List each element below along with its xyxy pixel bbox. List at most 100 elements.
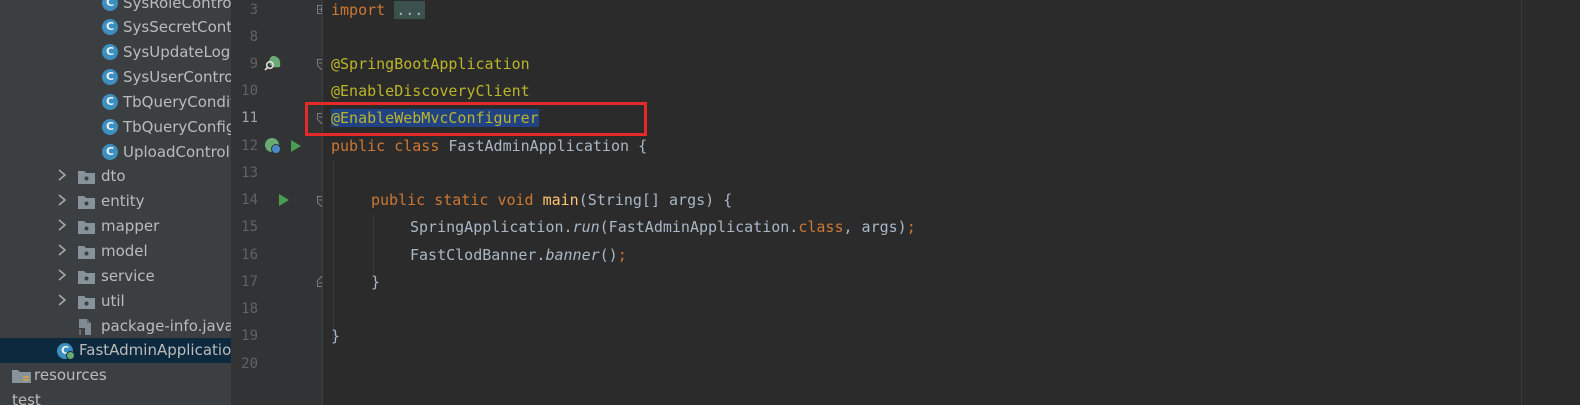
resources-folder-icon xyxy=(12,370,31,383)
tree-item-class[interactable]: C SysUserContro xyxy=(0,65,232,90)
class-icon: C xyxy=(102,19,118,35)
line-number: 3 xyxy=(249,2,258,18)
class-icon: C xyxy=(102,119,118,135)
tree-item-label: SysUpdateLogC xyxy=(123,43,232,61)
chevron-right-icon[interactable] xyxy=(55,167,69,183)
tree-item-label: UploadControl xyxy=(123,143,230,161)
method-name: main xyxy=(542,191,579,209)
tree-item-label: service xyxy=(101,267,155,285)
tree-item-class[interactable]: C SysSecretContr xyxy=(0,15,232,40)
chevron-right-icon[interactable] xyxy=(55,192,69,208)
method-params: (String[] args) { xyxy=(578,191,733,209)
project-tree-panel: C SysRoleContro C SysSecretContr C SysUp… xyxy=(0,0,232,405)
tree-item-label: SysUserContro xyxy=(123,68,232,86)
svg-text:J: J xyxy=(78,329,81,336)
tree-item-package[interactable]: model xyxy=(0,239,231,264)
keyword: public xyxy=(331,137,386,155)
line-number: 8 xyxy=(249,29,258,45)
line-number: 13 xyxy=(241,165,258,181)
chevron-right-icon[interactable] xyxy=(55,267,69,283)
line-number-current: 11 xyxy=(241,110,258,126)
tree-item-class[interactable]: C UploadControl xyxy=(0,140,231,165)
tree-item-label: TbQueryConfig xyxy=(123,118,232,136)
line-number: 18 xyxy=(241,301,258,317)
run-icon[interactable] xyxy=(290,139,302,153)
highlight-box xyxy=(305,102,647,136)
folded-imports[interactable]: ... xyxy=(394,1,426,19)
tree-item-file[interactable]: J package-info.java xyxy=(0,314,232,339)
spring-bean-search-icon[interactable] xyxy=(264,55,282,73)
line-number: 17 xyxy=(241,274,258,290)
line-number: 15 xyxy=(241,219,258,235)
class-icon: C xyxy=(102,69,118,85)
right-margin-guide xyxy=(1521,0,1522,405)
code-line-9: @SpringBootApplication xyxy=(331,55,530,73)
static-call: run xyxy=(572,218,600,236)
tree-item-class[interactable]: C SysUpdateLogC xyxy=(0,40,232,65)
code-line-19: } xyxy=(331,327,341,345)
tree-item-label: test xyxy=(12,391,41,405)
tree-item-class[interactable]: C SysRoleContro xyxy=(0,0,231,16)
tree-item-package[interactable]: service xyxy=(0,264,231,289)
indent-guide xyxy=(373,215,374,273)
package-folder-icon xyxy=(78,271,95,284)
line-number: 16 xyxy=(241,247,258,263)
tree-item-package[interactable]: entity xyxy=(0,189,231,214)
line-number: 14 xyxy=(241,192,258,208)
chevron-right-icon[interactable] xyxy=(55,217,69,233)
chevron-right-icon[interactable] xyxy=(55,292,69,308)
tree-item-label: util xyxy=(101,292,125,310)
package-folder-icon xyxy=(78,196,95,209)
spring-leaf-icon xyxy=(66,351,75,360)
keyword: static xyxy=(434,191,489,209)
keyword: class xyxy=(394,137,440,155)
spring-bean-icon[interactable] xyxy=(264,137,282,155)
keyword-import: import xyxy=(331,1,386,19)
class-icon: C xyxy=(102,94,118,110)
tree-item-label: TbQueryCondit xyxy=(123,93,232,111)
tree-item-package[interactable]: util xyxy=(0,289,231,314)
receiver: SpringApplication. xyxy=(410,218,573,236)
semicolon: ; xyxy=(617,246,627,264)
code-line-12: public class FastAdminApplication { xyxy=(331,136,647,156)
tree-item-resources-folder[interactable]: resources xyxy=(0,363,231,388)
code-line-15: SpringApplication.run(FastAdminApplicati… xyxy=(410,217,916,237)
tree-item-class[interactable]: C TbQueryCondit xyxy=(0,90,232,115)
package-folder-icon xyxy=(78,246,95,259)
run-icon[interactable] xyxy=(278,193,290,207)
tree-item-main-class[interactable]: C FastAdminApplicatio xyxy=(0,338,232,363)
keyword: class xyxy=(798,218,844,236)
chevron-right-icon[interactable] xyxy=(55,242,69,258)
tree-item-label: SysSecretContr xyxy=(123,18,232,36)
receiver: FastClodBanner. xyxy=(410,246,546,264)
tree-item-label: package-info.java xyxy=(101,317,232,335)
line-number: 10 xyxy=(241,83,258,99)
line-number: 12 xyxy=(241,138,258,154)
args-open: (FastAdminApplication. xyxy=(599,218,799,236)
code-line-3: import ... xyxy=(331,0,426,20)
java-file-icon: J xyxy=(78,319,91,336)
gutter-divider xyxy=(322,0,323,405)
tree-item-test-folder[interactable]: test xyxy=(0,388,231,405)
line-number: 20 xyxy=(241,356,258,372)
class-icon: C xyxy=(102,144,118,160)
class-name: FastAdminApplication xyxy=(448,137,630,155)
package-folder-icon xyxy=(78,296,95,309)
class-icon: C xyxy=(102,0,118,11)
tree-item-label: dto xyxy=(101,167,126,185)
code-line-17: } xyxy=(371,273,381,291)
args-rest: , args) xyxy=(843,218,907,236)
tree-item-package[interactable]: dto xyxy=(0,164,231,189)
tree-item-class[interactable]: C TbQueryConfig xyxy=(0,115,232,140)
line-number: 9 xyxy=(249,56,258,72)
package-folder-icon xyxy=(78,171,95,184)
class-icon: C xyxy=(102,44,118,60)
code-line-10: @EnableDiscoveryClient xyxy=(331,82,530,100)
tree-item-label: FastAdminApplicatio xyxy=(79,341,232,359)
code-line-16: FastClodBanner.banner(); xyxy=(410,245,627,265)
indent-guide xyxy=(333,160,334,340)
tree-item-package[interactable]: mapper xyxy=(0,214,231,239)
args: () xyxy=(599,246,618,264)
tree-item-label: model xyxy=(101,242,148,260)
line-number: 19 xyxy=(241,328,258,344)
